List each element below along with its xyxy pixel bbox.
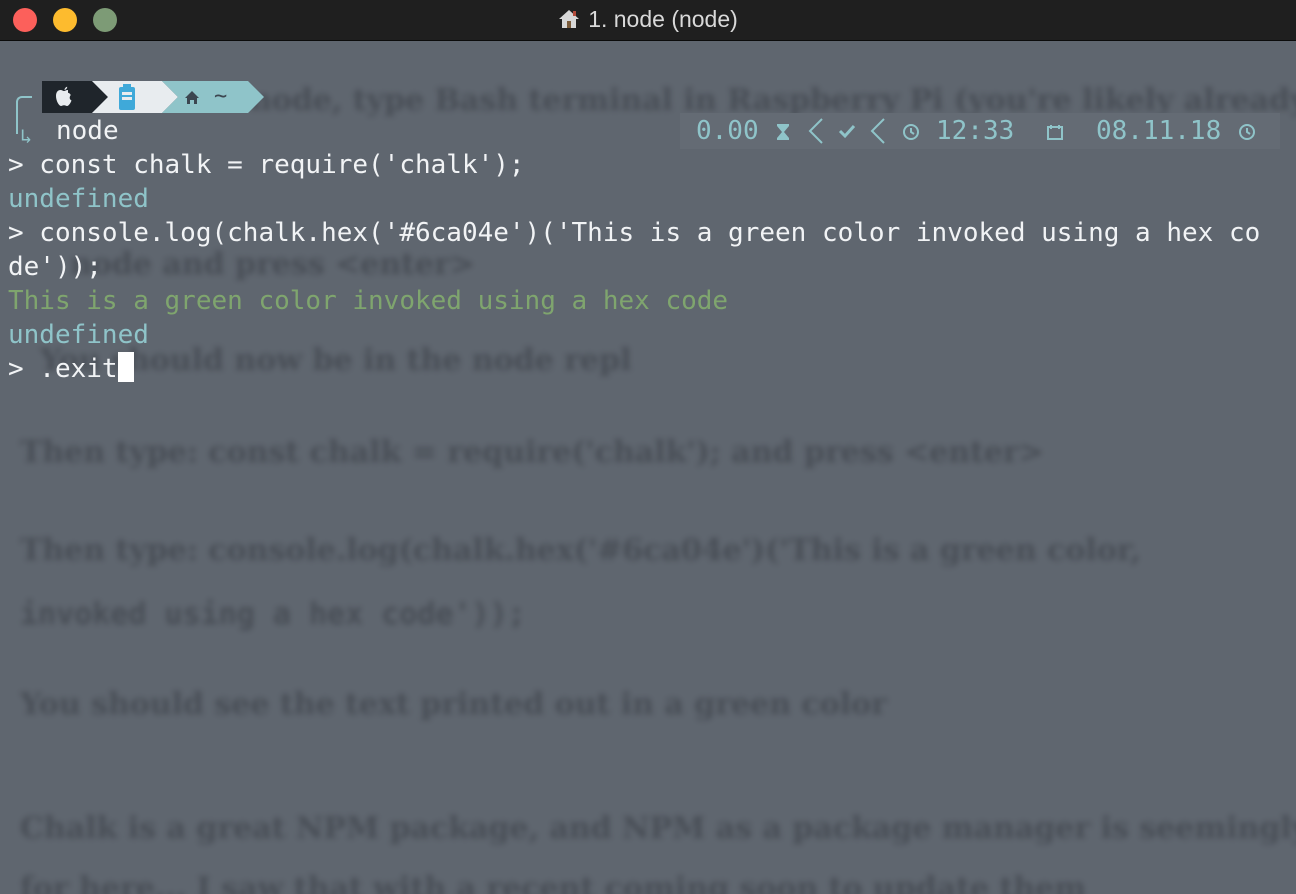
terminal-output: undefined [8, 320, 149, 350]
separator-chevron-icon [870, 118, 885, 144]
clock-icon [1239, 124, 1255, 140]
terminal-line: > const chalk = require('chalk'); [8, 150, 525, 180]
prompt-context: node [56, 116, 119, 146]
window-title: 1. node (node) [588, 6, 738, 32]
right-prompt: 0.00 12:33 08.11.18 [680, 113, 1280, 149]
prompt-directory: ~ [214, 84, 228, 109]
terminal-window: 1. node (node) node, type Bash terminal … [0, 0, 1296, 894]
text-cursor [117, 352, 134, 382]
battery-icon [119, 84, 135, 110]
load-average: 0.00 [696, 116, 759, 146]
clock-time: 12:33 [936, 116, 1015, 146]
home-icon [185, 91, 199, 104]
calendar-icon [1047, 125, 1063, 140]
checkmark-icon [838, 124, 856, 139]
terminal-output-green: This is a green color invoked using a he… [8, 286, 729, 316]
terminal-output: undefined [8, 184, 149, 214]
title-bar: 1. node (node) [0, 0, 1296, 41]
current-command: > .exit [8, 354, 118, 384]
date-display: 08.11.18 [1096, 116, 1222, 146]
current-input-line[interactable]: > .exit [8, 352, 134, 386]
terminal-line: > console.log(chalk.hex('#6ca04e')('This… [8, 218, 1261, 248]
apple-icon [56, 86, 72, 106]
terminal-content[interactable]: ~ ↳ node 0.00 12:33 08.11.18 > const cha… [0, 41, 1296, 894]
separator-chevron-icon [808, 118, 823, 144]
clock-icon [903, 124, 919, 140]
terminal-line: de')); [8, 252, 102, 282]
window-title-wrap: 1. node (node) [0, 0, 1296, 40]
hourglass-icon [777, 124, 789, 140]
house-icon [559, 10, 580, 28]
